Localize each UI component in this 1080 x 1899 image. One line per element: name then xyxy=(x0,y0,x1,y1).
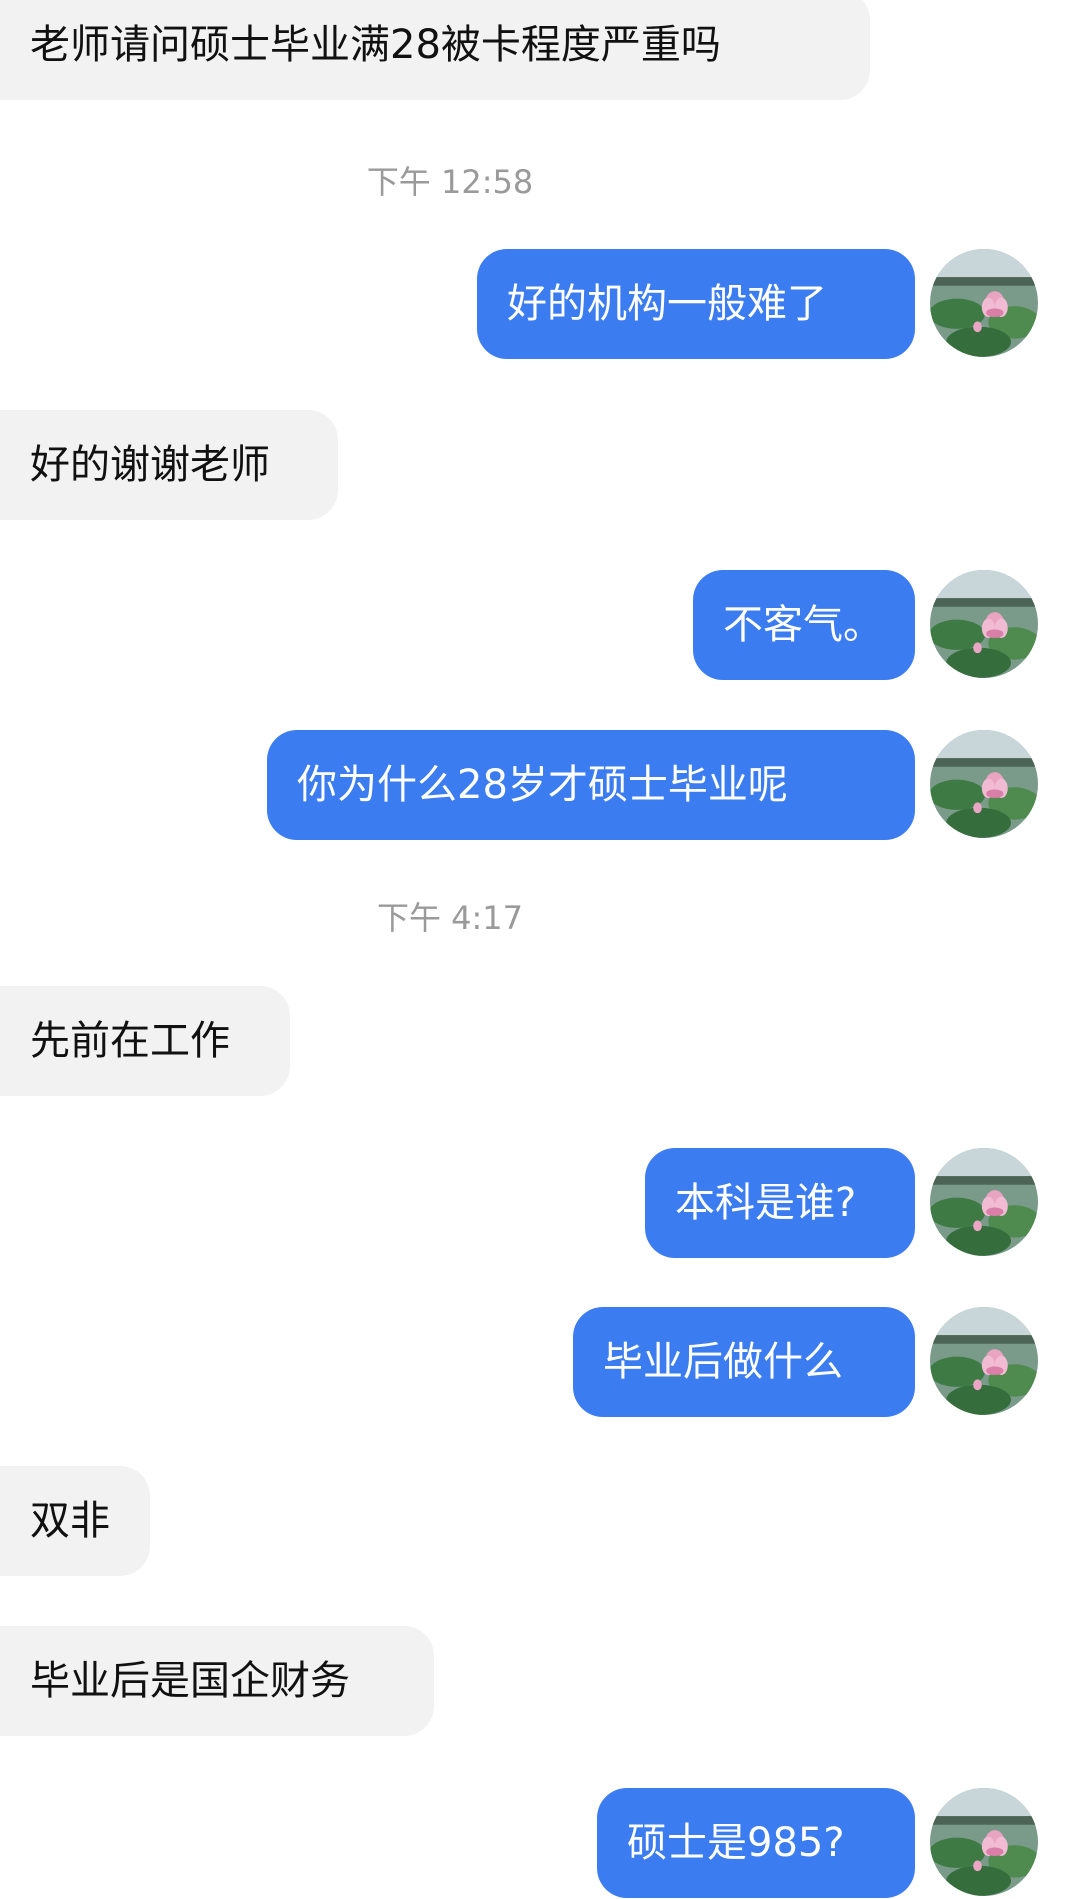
lotus-pond-avatar-icon xyxy=(930,1148,1038,1256)
received-message-bubble[interactable]: 好的谢谢老师 xyxy=(0,410,338,520)
user-avatar[interactable] xyxy=(930,1788,1038,1896)
user-avatar[interactable] xyxy=(930,570,1038,678)
sent-message-bubble[interactable]: 好的机构一般难了 xyxy=(477,249,915,359)
lotus-pond-avatar-icon xyxy=(930,730,1038,838)
user-avatar[interactable] xyxy=(930,730,1038,838)
lotus-pond-avatar-icon xyxy=(930,570,1038,678)
sent-message-bubble[interactable]: 毕业后做什么 xyxy=(573,1307,915,1417)
message-timestamp: 下午 12:58 xyxy=(366,163,534,201)
received-message-bubble[interactable]: 先前在工作 xyxy=(0,986,290,1096)
message-timestamp: 下午 4:17 xyxy=(376,899,524,937)
sent-message-bubble[interactable]: 本科是谁? xyxy=(645,1148,915,1258)
user-avatar[interactable] xyxy=(930,1148,1038,1256)
sent-message-bubble[interactable]: 硕士是985? xyxy=(597,1788,915,1898)
user-avatar[interactable] xyxy=(930,1307,1038,1415)
lotus-pond-avatar-icon xyxy=(930,249,1038,357)
lotus-pond-avatar-icon xyxy=(930,1307,1038,1415)
sent-message-bubble[interactable]: 你为什么28岁才硕士毕业呢 xyxy=(267,730,915,840)
sent-message-bubble[interactable]: 不客气。 xyxy=(693,570,915,680)
received-message-bubble[interactable]: 双非 xyxy=(0,1466,150,1576)
user-avatar[interactable] xyxy=(930,249,1038,357)
lotus-pond-avatar-icon xyxy=(930,1788,1038,1896)
received-message-bubble[interactable]: 老师请问硕士毕业满28被卡程度严重吗 xyxy=(0,0,870,100)
chat-message-list[interactable]: 老师请问硕士毕业满28被卡程度严重吗 下午 12:58 好的机构一般难了 好的谢… xyxy=(0,0,1080,1899)
received-message-bubble[interactable]: 毕业后是国企财务 xyxy=(0,1626,434,1736)
